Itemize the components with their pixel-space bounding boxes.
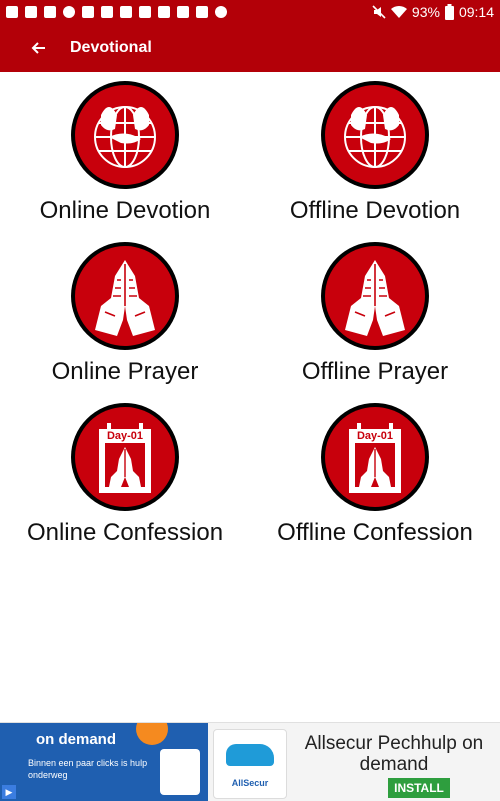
- praying-hands-icon: [75, 246, 175, 346]
- ad-image-subtext: Binnen een paar clicks is hulp onderweg: [28, 758, 148, 780]
- ad-image[interactable]: on demand Binnen een paar clicks is hulp…: [0, 723, 208, 801]
- ad-banner[interactable]: on demand Binnen een paar clicks is hulp…: [0, 722, 500, 801]
- tile-label: Online Confession: [26, 519, 224, 546]
- tile-label: Offline Devotion: [289, 197, 461, 224]
- tile-label: Online Devotion: [39, 197, 211, 224]
- arrow-back-icon: [31, 42, 45, 54]
- notification-icon: [158, 6, 170, 18]
- ad-figure: [160, 749, 200, 795]
- calendar-day-badge: Day-01: [107, 430, 143, 442]
- notification-icon: [196, 6, 208, 18]
- notification-icon: [177, 6, 189, 18]
- notification-icon: [44, 6, 56, 18]
- offline-prayer-tile[interactable]: Offline Prayer: [250, 239, 500, 400]
- notification-icon: [215, 6, 227, 18]
- adchoices-icon[interactable]: ▶: [2, 785, 16, 799]
- globe-hands-icon: [75, 85, 175, 185]
- status-bar: 93% 09:14: [0, 0, 500, 24]
- tile-label: Offline Confession: [277, 519, 473, 546]
- calendar-prayer-icon: Day-01: [325, 407, 425, 507]
- ad-title[interactable]: Allsecur Pechhulp on demand: [294, 733, 494, 775]
- page-title: Devotional: [70, 39, 152, 56]
- install-button[interactable]: INSTALL: [388, 778, 450, 798]
- clock: 09:14: [458, 4, 494, 20]
- ad-logo-text: AllSecur: [231, 778, 269, 788]
- offline-devotion-tile[interactable]: Offline Devotion: [250, 78, 500, 239]
- ad-decoration: [136, 723, 168, 745]
- car-icon: [226, 744, 274, 766]
- back-button[interactable]: [18, 24, 58, 72]
- calendar-day-badge: Day-01: [357, 430, 393, 442]
- tile-label: Online Prayer: [51, 358, 199, 385]
- notification-icon: [139, 6, 151, 18]
- notification-icons: [6, 6, 227, 18]
- online-prayer-tile[interactable]: Online Prayer: [0, 239, 250, 400]
- notification-icon: [101, 6, 113, 18]
- notification-icon: [25, 6, 37, 18]
- ad-image-heading: on demand: [36, 731, 117, 748]
- wifi-icon: [390, 5, 407, 19]
- notification-icon: [63, 6, 75, 18]
- online-devotion-tile[interactable]: Online Devotion: [0, 78, 250, 239]
- menu-grid: Online Devotion Offline Devotion Online …: [0, 78, 500, 561]
- app-bar: Devotional: [0, 24, 500, 72]
- battery-icon: [444, 4, 454, 20]
- globe-hands-icon: [325, 85, 425, 185]
- notification-icon: [6, 6, 18, 18]
- tile-label: Offline Prayer: [301, 358, 449, 385]
- status-right: 93% 09:14: [372, 4, 494, 20]
- praying-hands-icon: [325, 246, 425, 346]
- calendar-prayer-icon: Day-01: [75, 407, 175, 507]
- notification-icon: [120, 6, 132, 18]
- battery-text: 93%: [411, 4, 440, 20]
- offline-confession-tile[interactable]: Day-01 Offline Confession: [250, 400, 500, 561]
- ad-app-logo[interactable]: AllSecur: [213, 729, 287, 799]
- online-confession-tile[interactable]: Day-01 Online Confession: [0, 400, 250, 561]
- mute-icon: [372, 5, 386, 19]
- notification-icon: [82, 6, 94, 18]
